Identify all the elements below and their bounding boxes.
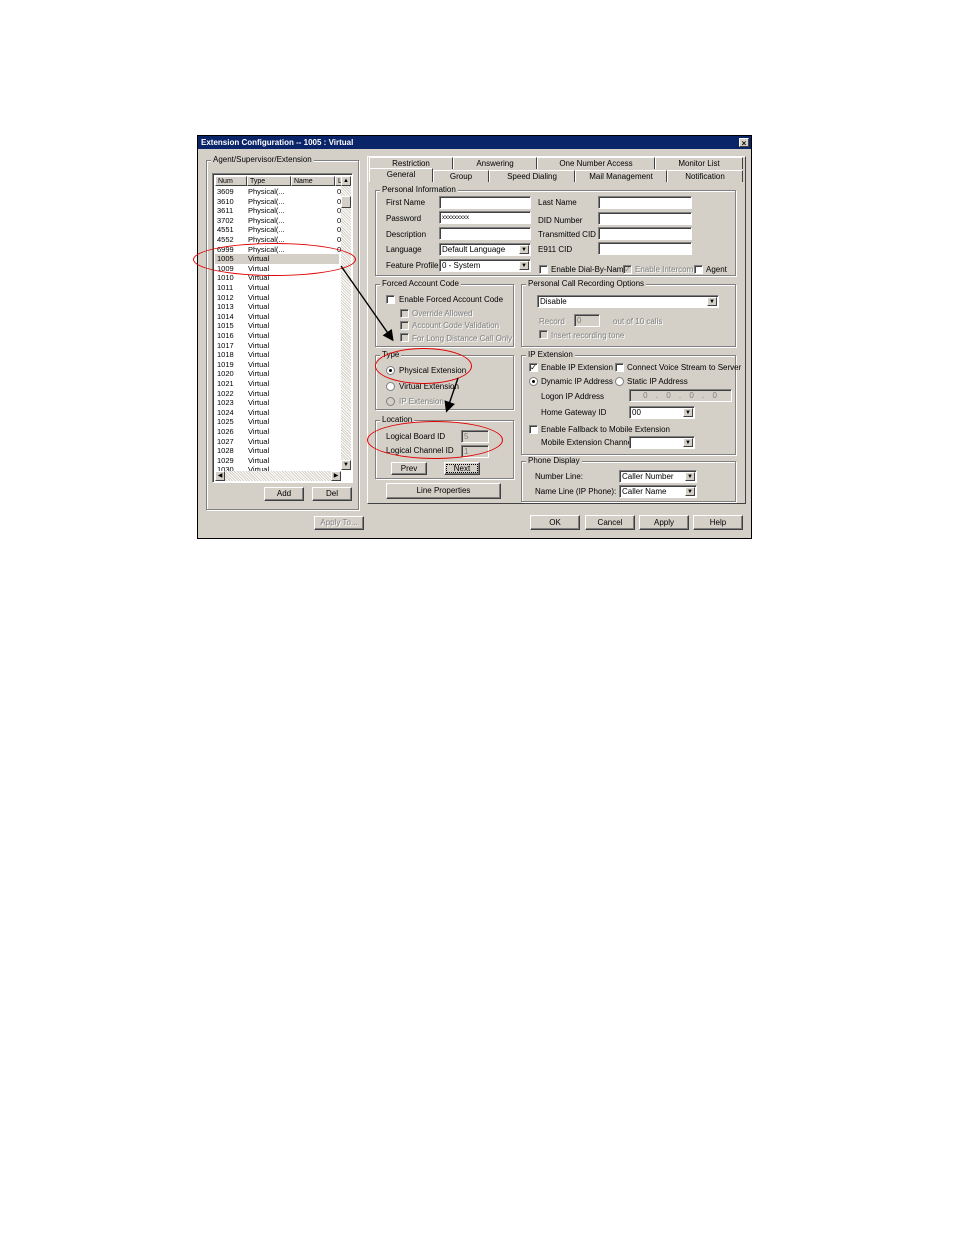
annotation-arrows [340,265,459,413]
annotation-arrow-to-location [444,377,459,413]
annotation-arrow-to-type [340,265,394,342]
tab-general[interactable]: General [369,168,433,182]
